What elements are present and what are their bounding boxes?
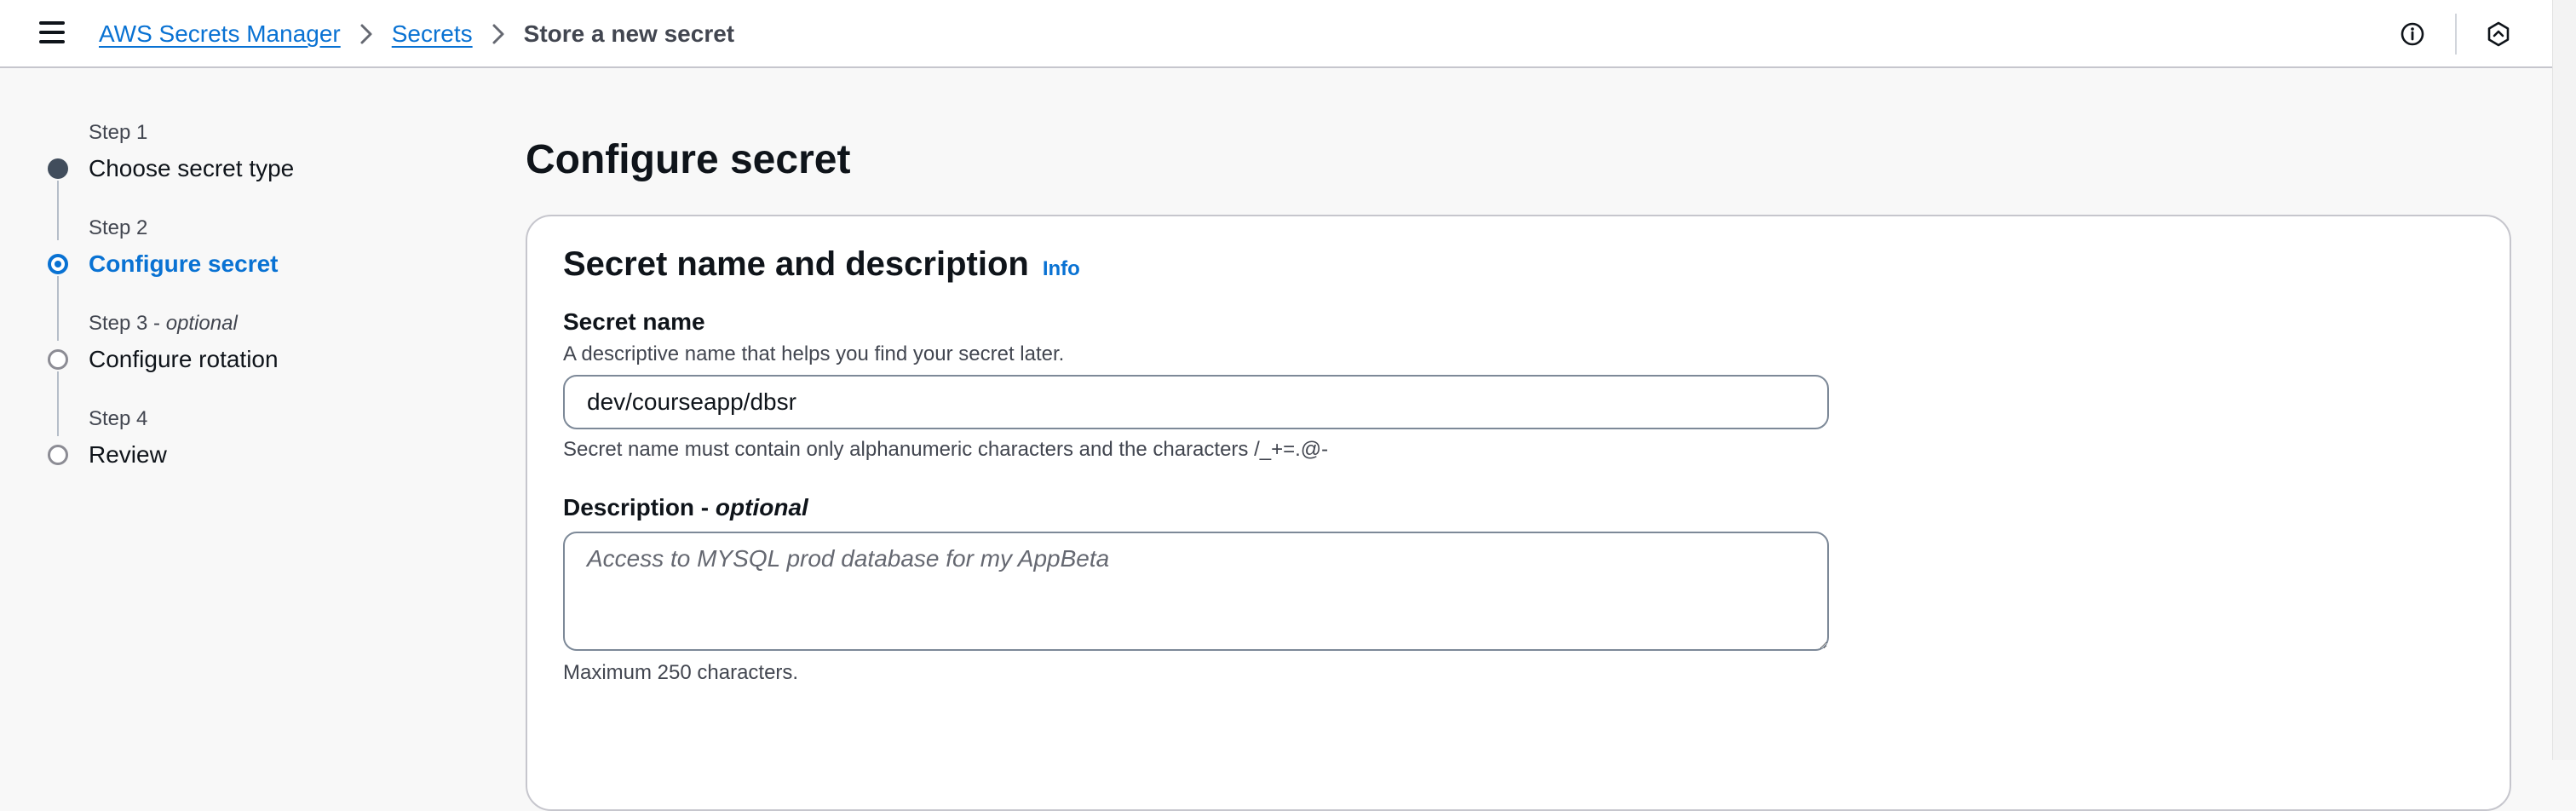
step-connector [57,181,59,240]
step-pending-dot [48,445,68,465]
step-done-dot [48,158,68,179]
description-textarea[interactable] [563,532,1829,651]
header-tools [2401,14,2511,55]
secret-name-label: Secret name [563,308,705,335]
step-title-configure-secret: Configure secret [89,250,279,277]
hamburger-menu-icon[interactable] [39,21,65,43]
description-optional-label: optional [715,494,808,521]
header-divider [2455,14,2457,55]
info-icon[interactable] [2401,22,2424,46]
step-number: Step 2 [89,216,148,239]
secret-name-description-panel: Secret name and description Info Secret … [526,215,2511,811]
chevron-right-icon [359,23,373,45]
info-link[interactable]: Info [1043,257,1080,281]
step-pending-dot [48,349,68,370]
description-label: Description - optional [563,494,808,521]
breadcrumb-current: Store a new secret [523,20,735,47]
secret-name-description: A descriptive name that helps you find y… [563,342,1065,365]
settings-hexagon-icon[interactable] [2486,21,2511,47]
panel-title: Secret name and description [563,245,1029,283]
step-title-choose-secret-type[interactable]: Choose secret type [89,155,294,182]
step-active-dot [48,254,68,274]
step-title-review: Review [89,441,167,468]
step-connector [57,276,59,341]
breadcrumb: AWS Secrets Manager Secrets Store a new … [99,17,734,51]
breadcrumb-secrets[interactable]: Secrets [392,20,473,48]
step-title-configure-rotation: Configure rotation [89,346,279,372]
step-number: Step 4 [89,407,148,430]
page-title: Configure secret [526,137,851,182]
page-scrollbar[interactable] [2552,0,2576,760]
top-navigation-bar: AWS Secrets Manager Secrets Store a new … [0,0,2552,68]
panel-header: Secret name and description Info [563,245,1080,284]
step-number: Step 3 - optional [89,312,238,335]
description-constraint: Maximum 250 characters. [563,661,799,684]
secret-name-input[interactable] [563,375,1829,429]
secret-name-constraint: Secret name must contain only alphanumer… [563,438,1329,461]
breadcrumb-aws-secrets-manager[interactable]: AWS Secrets Manager [99,20,341,48]
chevron-right-icon [492,23,505,45]
step-number: Step 1 [89,121,148,144]
step-optional-label: optional [165,312,238,335]
step-connector [57,371,59,436]
